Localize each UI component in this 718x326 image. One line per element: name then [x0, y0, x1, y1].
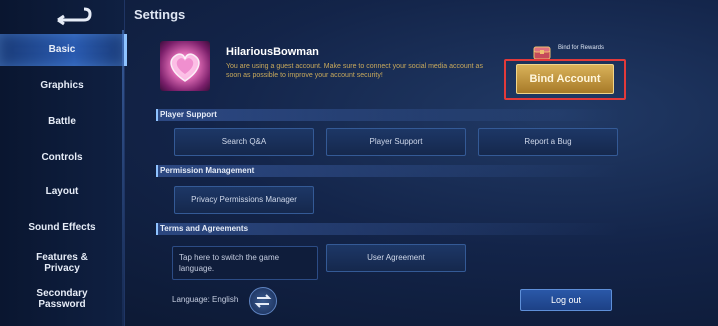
- section-player-support: Player Support: [156, 109, 620, 121]
- reward-chest-icon: [533, 46, 551, 60]
- player-support-button[interactable]: Player Support: [326, 128, 466, 156]
- section-permission-management: Permission Management: [156, 165, 620, 177]
- sidebar-item-label: Sound Effects: [28, 222, 96, 233]
- logout-button[interactable]: Log out: [520, 289, 612, 311]
- guest-account-note: You are using a guest account. Make sure…: [226, 63, 483, 79]
- sidebar-item-label: Secondary Password: [36, 288, 88, 310]
- sidebar-item-label: Layout: [45, 186, 79, 197]
- sidebar-item-sound-effects[interactable]: Sound Effects: [0, 222, 124, 233]
- username: HilariousBowman: [226, 46, 319, 58]
- sidebar-item-label: Features & Privacy: [36, 252, 88, 274]
- report-bug-button[interactable]: Report a Bug: [478, 128, 618, 156]
- sidebar-item-basic[interactable]: Basic: [0, 34, 127, 66]
- page-title: Settings: [134, 7, 186, 22]
- sidebar-item-features-privacy[interactable]: Features & Privacy: [32, 252, 92, 274]
- avatar[interactable]: [160, 41, 210, 91]
- sidebar-item-layout[interactable]: Layout: [0, 186, 124, 197]
- back-arrow-icon[interactable]: [54, 6, 94, 26]
- sidebar-item-controls[interactable]: Controls: [0, 152, 124, 163]
- section-terms-agreements: Terms and Agreements: [156, 223, 620, 235]
- sidebar-divider: [122, 30, 124, 326]
- sidebar-item-label: Graphics: [40, 80, 84, 91]
- language-switch-box[interactable]: Tap here to switch the game language.: [172, 246, 318, 280]
- sidebar-item-label: Controls: [41, 152, 83, 163]
- sidebar: Basic Graphics Battle Controls Layout So…: [0, 0, 127, 326]
- privacy-permissions-manager-button[interactable]: Privacy Permissions Manager: [174, 186, 314, 214]
- bind-account-button[interactable]: Bind Account: [516, 64, 614, 94]
- settings-screen: Basic Graphics Battle Controls Layout So…: [0, 0, 718, 326]
- heart-icon: [170, 53, 200, 82]
- user-agreement-button[interactable]: User Agreement: [326, 244, 466, 272]
- search-qa-button[interactable]: Search Q&A: [174, 128, 314, 156]
- sidebar-item-battle[interactable]: Battle: [0, 116, 124, 127]
- sidebar-item-graphics[interactable]: Graphics: [0, 80, 124, 91]
- sidebar-item-secondary-password[interactable]: Secondary Password: [32, 288, 92, 310]
- sidebar-item-label: Basic: [48, 44, 76, 55]
- bind-rewards-text: Bind for Rewards: [557, 45, 605, 51]
- language-swap-icon[interactable]: [249, 287, 277, 315]
- language-label: Language: English: [172, 295, 239, 304]
- sidebar-item-label: Battle: [48, 116, 76, 127]
